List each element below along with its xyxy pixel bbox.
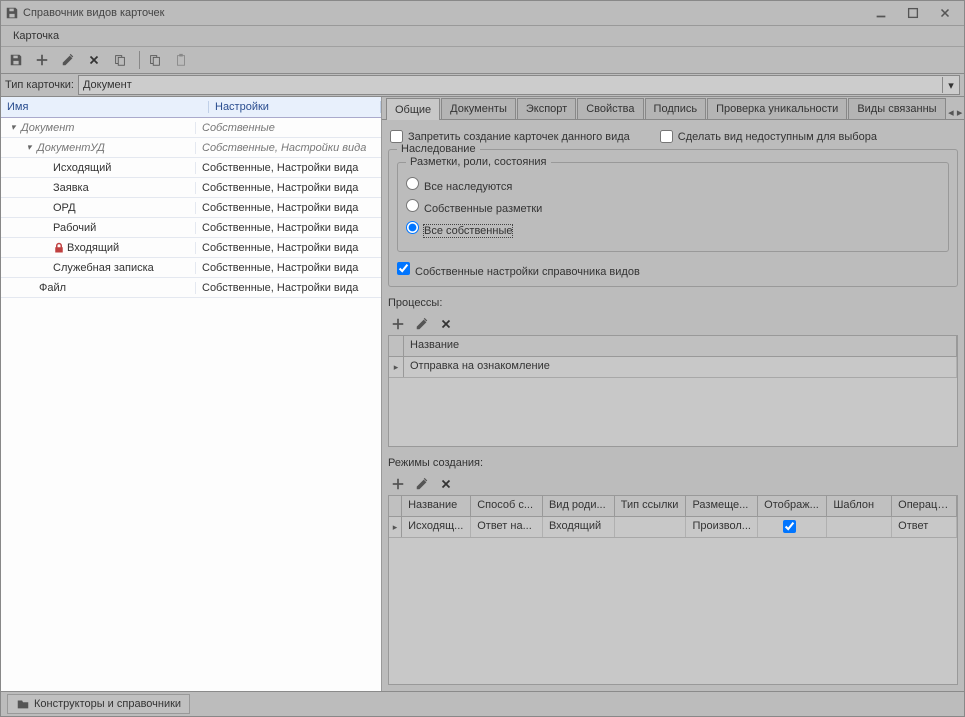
expander-icon[interactable]: ▾ [23,142,35,154]
col-settings[interactable]: Настройки [209,101,381,113]
process-row[interactable]: ▸Отправка на ознакомление [389,357,957,378]
constructors-button[interactable]: Конструкторы и справочники [7,694,190,714]
process-delete-button[interactable] [436,315,456,333]
tree-row[interactable]: ИсходящийСобственные, Настройки вида [1,158,381,178]
tab-4[interactable]: Подпись [645,98,707,119]
card-type-combo[interactable]: Документ ▾ [78,75,960,95]
save-titlebar-icon [5,6,19,20]
add-button[interactable] [31,50,53,70]
modes-col[interactable]: Операци... [892,496,957,516]
footer: Конструкторы и справочники [1,691,964,716]
tab-0[interactable]: Общие [386,98,440,120]
processes-toolbar [388,313,958,335]
paste-button[interactable] [170,50,192,70]
radio-all-inherited[interactable]: Все наследуются [406,177,940,193]
modes-col[interactable]: Название [402,496,471,516]
tree-header: Имя Настройки [1,97,381,118]
modes-col[interactable]: Тип ссылки [615,496,687,516]
titlebar: Справочник видов карточек [1,1,964,26]
modes-col[interactable]: Отображ... [758,496,827,516]
own-settings-checkbox[interactable]: Собственные настройки справочника видов [397,262,640,278]
tabs: ОбщиеДокументыЭкспортСвойстваПодписьПров… [382,97,964,120]
display-checkbox[interactable] [783,520,796,533]
tree-row[interactable]: ЗаявкаСобственные, Настройки вида [1,178,381,198]
make-unavailable-checkbox[interactable]: Сделать вид недоступным для выбора [660,130,877,143]
tree-row[interactable]: ▾ДокументСобственные [1,118,381,138]
mode-delete-button[interactable] [436,475,456,493]
tab-1[interactable]: Документы [441,98,516,119]
tree-row[interactable]: Служебная запискаСобственные, Настройки … [1,258,381,278]
process-edit-button[interactable] [412,315,432,333]
markups-roles-states-group: Разметки, роли, состояния Все наследуютс… [397,162,949,252]
menu-card[interactable]: Карточка [7,28,65,44]
processes-grid[interactable]: Название ▸Отправка на ознакомление [388,335,958,447]
maximize-button[interactable] [898,4,928,22]
mode-edit-button[interactable] [412,475,432,493]
radio-own-markups[interactable]: Собственные разметки [406,199,940,215]
modes-col[interactable]: Способ с... [471,496,543,516]
toolbar [1,47,964,74]
folder-icon [16,697,30,711]
card-type-label: Тип карточки: [5,79,74,91]
tree-row[interactable]: РабочийСобственные, Настройки вида [1,218,381,238]
col-name[interactable]: Имя [1,101,209,113]
tree-row[interactable]: ФайлСобственные, Настройки вида [1,278,381,298]
radio-all-own[interactable]: Все собственные [406,221,940,237]
forbid-create-checkbox[interactable]: Запретить создание карточек данного вида [390,130,630,143]
tree-row[interactable]: ОРДСобственные, Настройки вида [1,198,381,218]
copy-button[interactable] [109,50,131,70]
modes-row[interactable]: ▸Исходящ...Ответ на...ВходящийПроизвол..… [389,517,957,538]
process-col-name[interactable]: Название [404,336,957,356]
tree-row[interactable]: ВходящийСобственные, Настройки вида [1,238,381,258]
modes-grid[interactable]: НазваниеСпособ с...Вид роди...Тип ссылки… [388,495,958,685]
modes-col[interactable]: Размеще... [686,496,758,516]
menubar: Карточка [1,26,964,47]
row-indicator-header [389,336,404,356]
tab-scroll-left[interactable]: ◂ [947,106,956,119]
modes-col[interactable]: Вид роди... [543,496,615,516]
card-type-value: Документ [83,79,132,91]
close-button[interactable] [930,4,960,22]
copy2-button[interactable] [144,50,166,70]
tab-3[interactable]: Свойства [577,98,643,119]
process-add-button[interactable] [388,315,408,333]
window-title: Справочник видов карточек [23,7,864,19]
chevron-down-icon: ▾ [942,77,959,93]
modes-col[interactable]: Шаблон [827,496,892,516]
toolbar-separator [139,51,140,69]
tab-scroll-right[interactable]: ▸ [955,106,964,119]
filterbar: Тип карточки: Документ ▾ [1,74,964,97]
tab-6[interactable]: Виды связанны [848,98,945,119]
delete-button[interactable] [83,50,105,70]
inheritance-group: Наследование Разметки, роли, состояния В… [388,149,958,287]
modes-toolbar [388,473,958,495]
tree-row[interactable]: ▾ДокументУДСобственные, Настройки вида [1,138,381,158]
row-indicator-icon: ▸ [389,357,404,377]
expander-icon[interactable]: ▾ [7,122,19,134]
tab-general-panel: Запретить создание карточек данного вида… [382,120,964,691]
tree[interactable]: ▾ДокументСобственные▾ДокументУДСобственн… [1,118,381,691]
processes-label: Процессы: [388,297,958,309]
minimize-button[interactable] [866,4,896,22]
modes-label: Режимы создания: [388,457,958,469]
tab-2[interactable]: Экспорт [517,98,576,119]
mode-add-button[interactable] [388,475,408,493]
tab-5[interactable]: Проверка уникальности [707,98,847,119]
edit-button[interactable] [57,50,79,70]
save-button[interactable] [5,50,27,70]
lock-icon [53,242,65,254]
